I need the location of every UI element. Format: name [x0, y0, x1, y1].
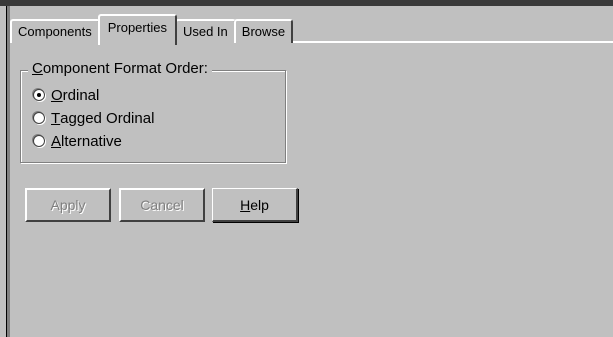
cancel-button[interactable]: Cancel — [119, 188, 205, 222]
radio-button-icon[interactable] — [33, 135, 45, 147]
radio-tagged-ordinal[interactable]: Tagged Ordinal — [33, 109, 154, 127]
radio-selected-dot — [37, 93, 41, 97]
group-title-mnemonic: C — [32, 60, 43, 77]
radio-ordinal[interactable]: Ordinal — [33, 86, 99, 104]
radio-tagged-ordinal-label: agged Ordinal — [60, 109, 155, 127]
group-title: Component Format Order: — [28, 60, 212, 77]
radio-alternative-label: lternative — [61, 132, 122, 150]
radio-alternative-mnemonic: A — [51, 132, 62, 150]
tab-components[interactable]: Components — [10, 19, 100, 43]
tab-properties[interactable]: Properties — [97, 14, 177, 45]
radio-ordinal-label: rdinal — [62, 86, 100, 104]
radio-button-icon[interactable] — [33, 89, 45, 101]
help-button[interactable]: Help — [212, 188, 298, 222]
group-title-text: omponent Format Order: — [42, 60, 208, 77]
tab-browse[interactable]: Browse — [233, 19, 294, 43]
radio-ordinal-mnemonic: O — [51, 86, 63, 104]
help-button-mnemonic: H — [240, 196, 251, 213]
radio-button-icon[interactable] — [33, 112, 45, 124]
help-button-label: elp — [250, 196, 269, 213]
tab-used-in[interactable]: Used In — [174, 19, 236, 43]
tab-strip: Components Properties Used In Browse — [10, 9, 294, 45]
radio-alternative[interactable]: Alternative — [33, 132, 122, 150]
dialog-left-border — [6, 6, 10, 337]
apply-button[interactable]: Apply — [25, 188, 111, 222]
dialog-surface — [0, 6, 613, 337]
radio-tagged-ordinal-mnemonic: T — [51, 109, 61, 127]
